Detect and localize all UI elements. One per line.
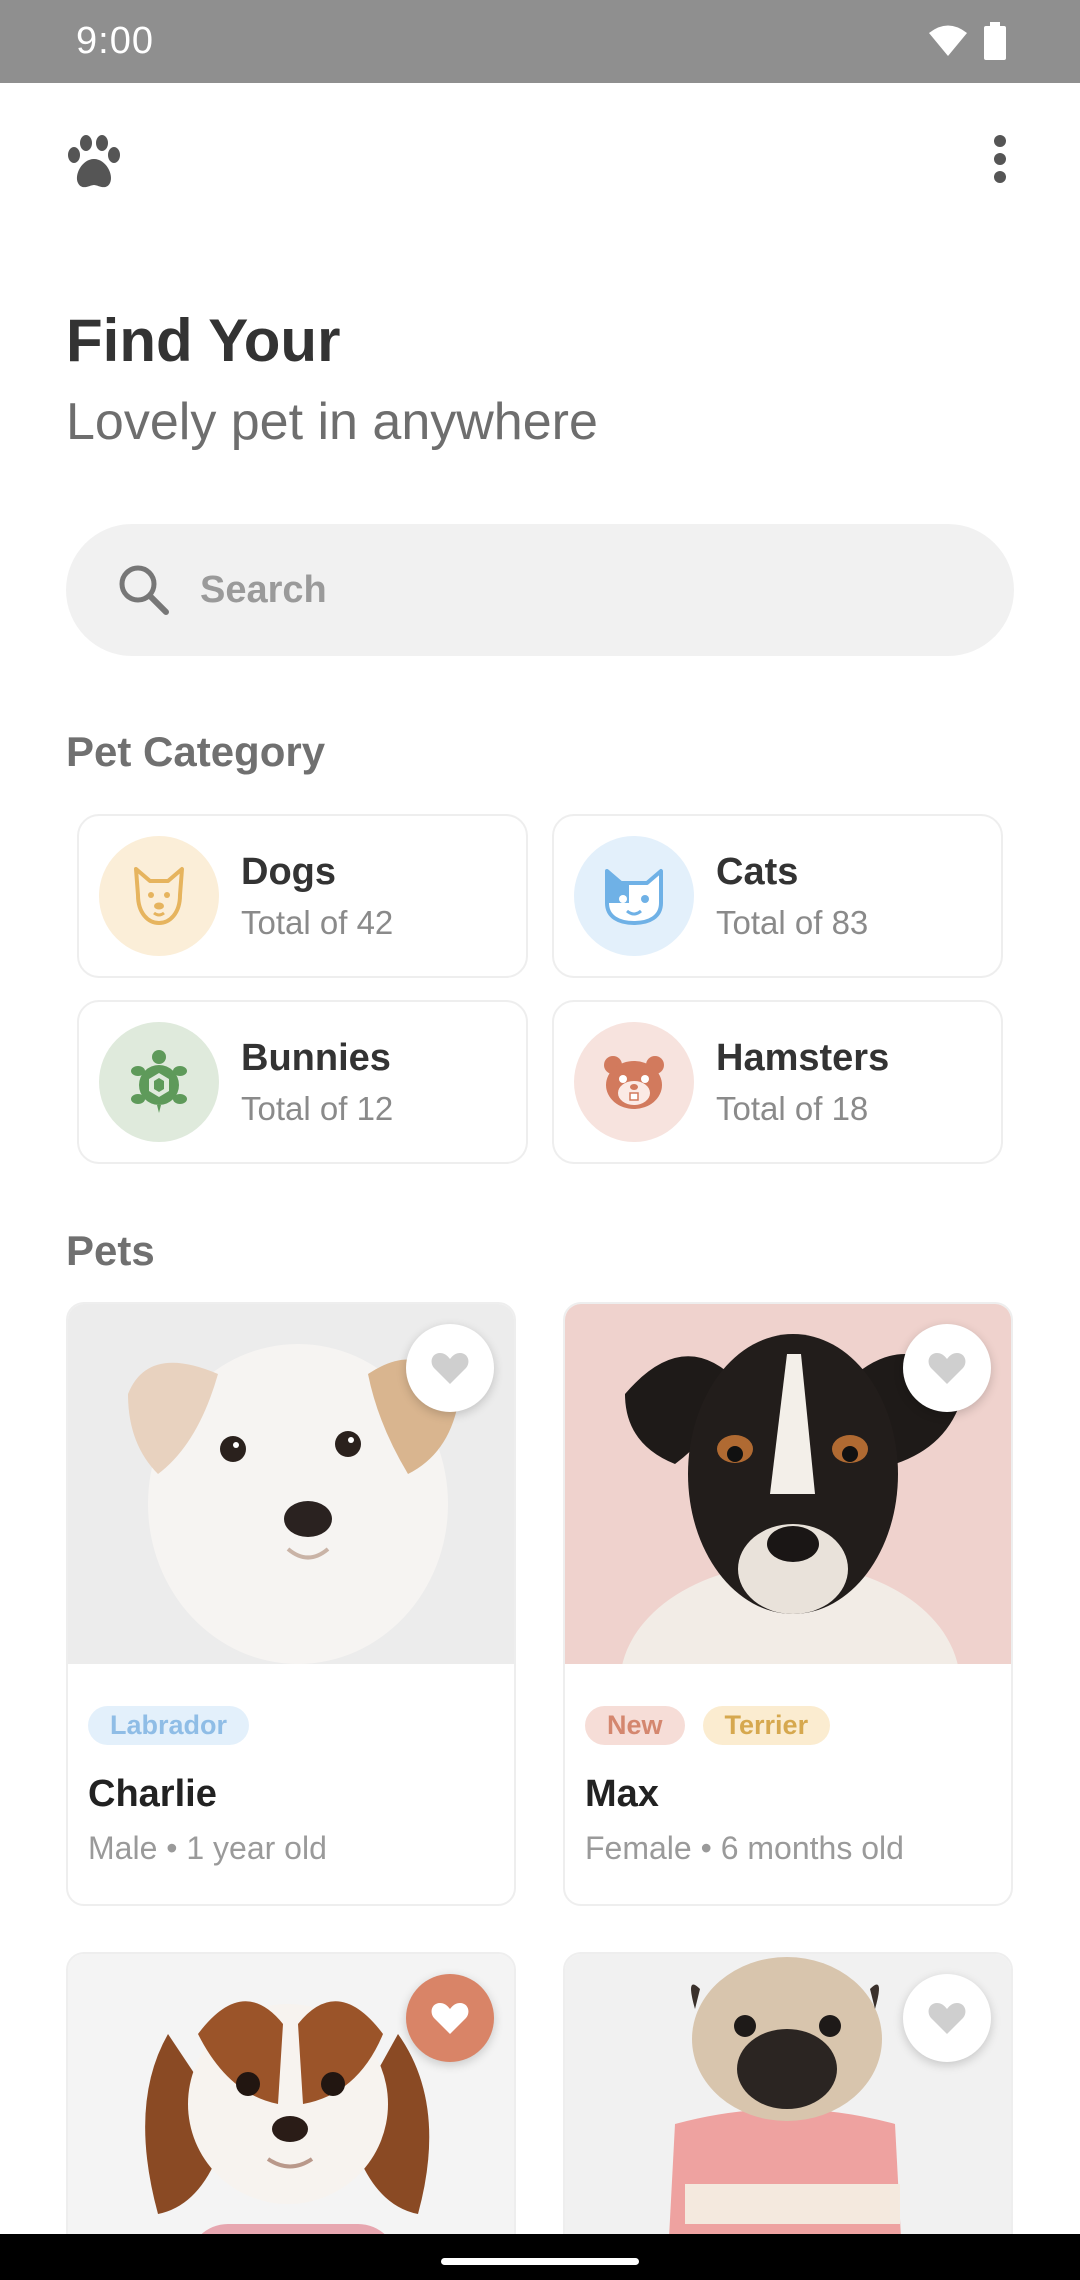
pet-photo[interactable]	[565, 1954, 1011, 2250]
category-card-dogs[interactable]: Dogs Total of 42	[77, 814, 528, 978]
heart-icon	[431, 1353, 469, 1384]
wifi-icon	[929, 25, 967, 56]
app-bar	[0, 83, 1080, 233]
new-tag: New	[585, 1706, 685, 1745]
heart-icon	[928, 1353, 966, 1384]
navigation-bar	[0, 2234, 1080, 2280]
pet-name: Charlie	[88, 1773, 217, 1815]
status-bar: 9:00	[0, 0, 1080, 83]
category-section-title: Pet Category	[66, 728, 326, 775]
breed-tag: Labrador	[88, 1706, 250, 1745]
search-input[interactable]	[200, 568, 900, 612]
heart-icon	[431, 2003, 469, 2034]
page-title: Find Your	[66, 307, 341, 374]
turtle-icon	[99, 1022, 219, 1142]
page-subtitle: Lovely pet in anywhere	[66, 393, 598, 451]
pet-meta: Male • 1 year old	[88, 1830, 327, 1866]
search-icon	[119, 565, 169, 615]
favorite-button[interactable]	[903, 1324, 991, 1412]
pet-card-pug[interactable]	[563, 1952, 1013, 2252]
pet-card-spaniel[interactable]	[66, 1952, 516, 2252]
status-time: 9:00	[76, 20, 154, 62]
category-name: Hamsters	[716, 1036, 890, 1079]
pet-photo[interactable]	[565, 1304, 1011, 1664]
favorite-button[interactable]	[406, 1974, 494, 2062]
breed-tag: Terrier	[702, 1706, 831, 1745]
heart-icon	[928, 2003, 966, 2034]
pet-meta: Female • 6 months old	[585, 1830, 904, 1866]
category-name: Bunnies	[241, 1036, 391, 1079]
category-card-hamsters[interactable]: Hamsters Total of 18	[552, 1000, 1003, 1164]
search-bar[interactable]	[66, 524, 1014, 656]
category-name: Dogs	[241, 850, 336, 893]
battery-icon	[984, 22, 1006, 60]
cat-icon	[574, 836, 694, 956]
favorite-button[interactable]	[903, 1974, 991, 2062]
pet-photo[interactable]	[68, 1954, 514, 2250]
category-count: Total of 12	[241, 1089, 394, 1127]
paw-logo-icon[interactable]	[64, 133, 124, 193]
category-name: Cats	[716, 850, 799, 893]
category-count: Total of 42	[241, 903, 394, 941]
dog-icon	[99, 836, 219, 956]
category-count: Total of 18	[716, 1089, 869, 1127]
status-icons	[928, 22, 1006, 60]
home-gesture-handle[interactable]	[441, 2258, 639, 2265]
pet-photo[interactable]	[68, 1304, 514, 1664]
favorite-button[interactable]	[406, 1324, 494, 1412]
category-card-cats[interactable]: Cats Total of 83	[552, 814, 1003, 978]
category-card-bunnies[interactable]: Bunnies Total of 12	[77, 1000, 528, 1164]
more-options-icon[interactable]	[970, 129, 1030, 189]
hamster-icon	[574, 1022, 694, 1142]
category-count: Total of 83	[716, 903, 869, 941]
pet-card-max[interactable]: New Terrier Max Female • 6 months old	[563, 1302, 1013, 1906]
pet-name: Max	[585, 1773, 659, 1815]
pets-section-title: Pets	[66, 1227, 155, 1274]
pet-card-charlie[interactable]: Labrador Charlie Male • 1 year old	[66, 1302, 516, 1906]
